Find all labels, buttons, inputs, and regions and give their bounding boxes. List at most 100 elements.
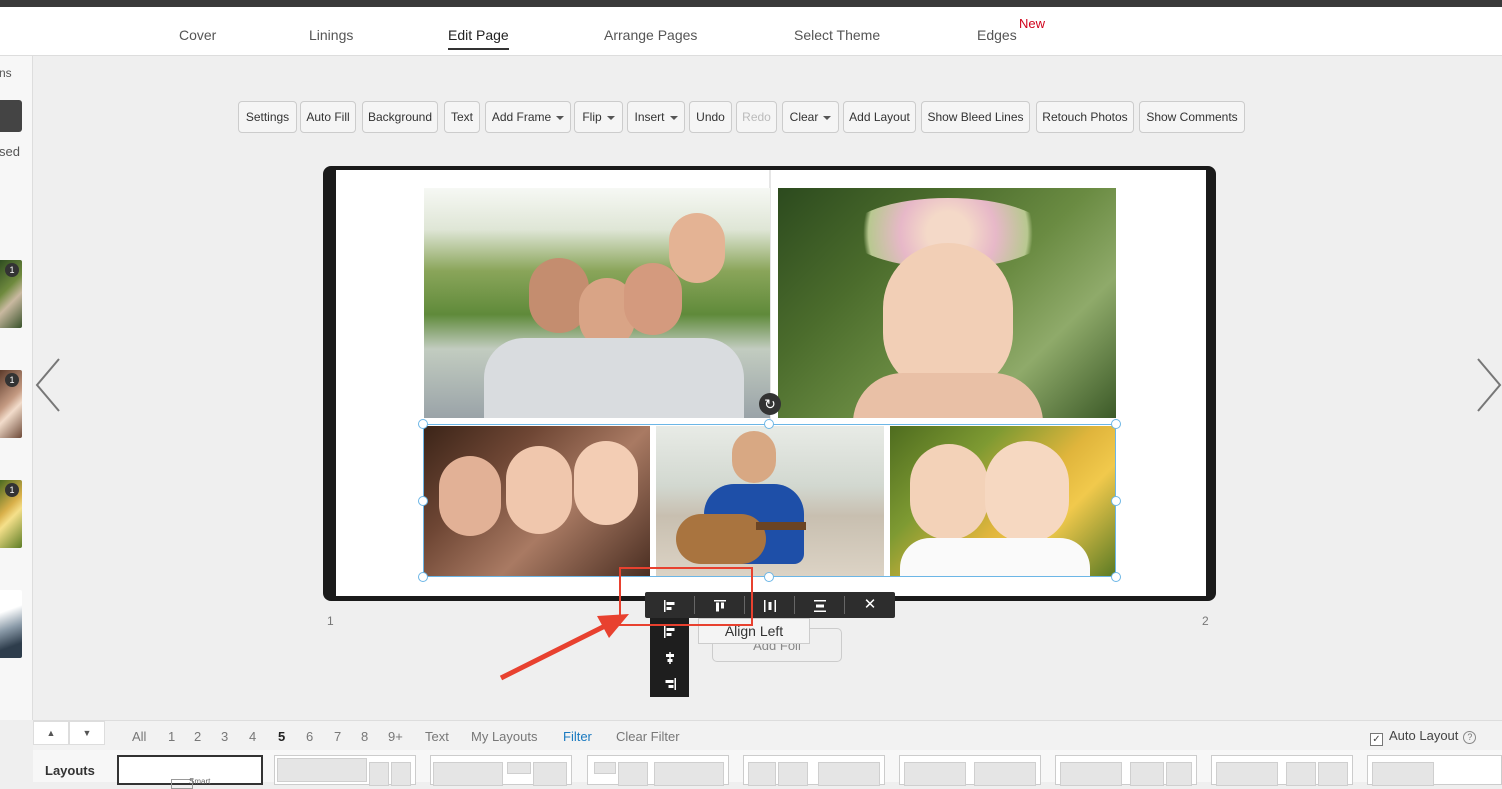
resize-handle[interactable] xyxy=(764,572,774,582)
align-center-option-icon[interactable] xyxy=(650,644,689,670)
used-count-badge: 1 xyxy=(5,263,19,277)
tab-linings[interactable]: Linings xyxy=(309,27,353,43)
new-badge: New xyxy=(1019,16,1046,31)
face-shape xyxy=(883,243,1013,393)
add-layout-label: Add Layout xyxy=(849,110,910,124)
insert-button[interactable]: Insert xyxy=(627,101,685,133)
photo-thumb-baby[interactable]: 1 xyxy=(0,260,22,328)
add-layout-button[interactable]: Add Layout xyxy=(843,101,916,133)
distribute-vertical-icon[interactable] xyxy=(795,592,845,618)
photo-thumb-guitar[interactable] xyxy=(0,590,22,658)
chevron-down-icon xyxy=(823,115,832,120)
resize-handle[interactable] xyxy=(1111,496,1121,506)
filter-9-plus[interactable]: 9+ xyxy=(388,729,403,744)
photo-side-panel: ns sed 1 1 1 xyxy=(0,56,33,720)
tab-edit-page[interactable]: Edit Page xyxy=(448,27,509,50)
redo-label: Redo xyxy=(742,110,771,124)
clear-button[interactable]: Clear xyxy=(782,101,839,133)
flip-label: Flip xyxy=(582,110,602,124)
tab-cover[interactable]: Cover xyxy=(179,27,216,43)
filter-1[interactable]: 1 xyxy=(168,729,175,744)
layout-thumb[interactable] xyxy=(899,755,1041,786)
close-icon[interactable]: ✕ xyxy=(845,592,895,618)
resize-handle[interactable] xyxy=(1111,419,1121,429)
chevron-down-icon xyxy=(606,115,615,120)
layout-thumb[interactable] xyxy=(1367,755,1502,786)
redo-button[interactable]: Redo xyxy=(736,101,777,133)
filter-my-layouts[interactable]: My Layouts xyxy=(471,729,537,744)
show-bleed-lines-label: Show Bleed Lines xyxy=(927,110,1024,124)
add-frame-button[interactable]: Add Frame xyxy=(485,101,571,133)
filter-all[interactable]: All xyxy=(132,729,146,744)
text-button[interactable]: Text xyxy=(444,101,480,133)
selection-box xyxy=(423,424,1116,577)
layout-thumb[interactable] xyxy=(1211,755,1353,786)
used-filter-label[interactable]: sed xyxy=(0,144,20,159)
chevron-down-icon xyxy=(669,115,678,120)
tab-edges[interactable]: Edges xyxy=(977,27,1017,43)
photo-family[interactable] xyxy=(424,188,770,418)
undo-button[interactable]: Undo xyxy=(689,101,732,133)
tab-arrange-pages[interactable]: Arrange Pages xyxy=(604,27,697,43)
photo-thumb-girls[interactable]: 1 xyxy=(0,480,22,548)
layout-thumb[interactable] xyxy=(587,755,729,786)
resize-handle[interactable] xyxy=(1111,572,1121,582)
panel-tab-label[interactable]: ns xyxy=(0,66,12,80)
auto-layout-toggle[interactable]: ✓ Auto Layout? xyxy=(1370,728,1477,746)
filter-8[interactable]: 8 xyxy=(361,729,368,744)
layout-cell xyxy=(974,762,1036,786)
panel-dark-button[interactable] xyxy=(0,100,22,132)
text-label: Text xyxy=(450,110,473,124)
rotate-icon[interactable]: ↻ xyxy=(759,393,781,415)
top-dark-strip xyxy=(0,0,1502,7)
layout-cell xyxy=(277,758,367,782)
retouch-photos-button[interactable]: Retouch Photos xyxy=(1036,101,1134,133)
tab-bar: Cover Linings Edit Page Arrange Pages Se… xyxy=(0,7,1502,56)
flip-button[interactable]: Flip xyxy=(574,101,623,133)
layout-thumb[interactable] xyxy=(743,755,885,786)
layout-cell xyxy=(391,762,411,786)
layout-thumb[interactable] xyxy=(274,755,416,786)
show-comments-button[interactable]: Show Comments xyxy=(1139,101,1245,133)
filter-4[interactable]: 4 xyxy=(249,729,256,744)
scroll-down-icon[interactable]: ▼ xyxy=(69,721,105,745)
filter-7[interactable]: 7 xyxy=(334,729,341,744)
scroll-up-icon[interactable]: ▲ xyxy=(33,721,69,745)
layout-cell xyxy=(1216,762,1278,786)
filter-2[interactable]: 2 xyxy=(194,729,201,744)
used-count-badge: 1 xyxy=(5,483,19,497)
next-page-arrow-icon[interactable] xyxy=(1474,355,1502,415)
layout-thumb-smart[interactable]: Smart xyxy=(117,755,263,789)
layout-cell xyxy=(778,762,808,786)
face-shape xyxy=(624,263,682,335)
resize-handle[interactable] xyxy=(764,419,774,429)
resize-handle[interactable] xyxy=(418,419,428,429)
background-button[interactable]: Background xyxy=(362,101,438,133)
layout-cell xyxy=(1372,762,1434,786)
layout-cell xyxy=(1318,762,1348,786)
filter-text[interactable]: Text xyxy=(425,729,449,744)
filter-button[interactable]: Filter xyxy=(563,729,592,744)
photo-baby-flowers[interactable] xyxy=(778,188,1116,418)
tab-select-theme[interactable]: Select Theme xyxy=(794,27,880,43)
show-bleed-lines-button[interactable]: Show Bleed Lines xyxy=(921,101,1030,133)
resize-handle[interactable] xyxy=(418,496,428,506)
auto-fill-label: Auto Fill xyxy=(306,110,350,124)
filter-6[interactable]: 6 xyxy=(306,729,313,744)
settings-button[interactable]: Settings xyxy=(238,101,297,133)
layout-thumb[interactable] xyxy=(1055,755,1197,786)
photo-thumb-women[interactable]: 1 xyxy=(0,370,22,438)
help-icon[interactable]: ? xyxy=(1463,731,1477,744)
align-right-option-icon[interactable] xyxy=(650,670,689,696)
page-number-right: 2 xyxy=(1202,614,1209,628)
clear-filter-button[interactable]: Clear Filter xyxy=(616,729,680,744)
filter-5[interactable]: 5 xyxy=(278,729,285,744)
resize-handle[interactable] xyxy=(418,572,428,582)
clothing-shape xyxy=(484,338,744,418)
checkbox-checked-icon[interactable]: ✓ xyxy=(1370,733,1383,746)
previous-page-arrow-icon[interactable] xyxy=(33,355,63,415)
layouts-strip: Layouts Smart xyxy=(33,750,1502,789)
filter-3[interactable]: 3 xyxy=(221,729,228,744)
auto-fill-button[interactable]: Auto Fill xyxy=(300,101,356,133)
layout-thumb[interactable] xyxy=(430,755,572,786)
